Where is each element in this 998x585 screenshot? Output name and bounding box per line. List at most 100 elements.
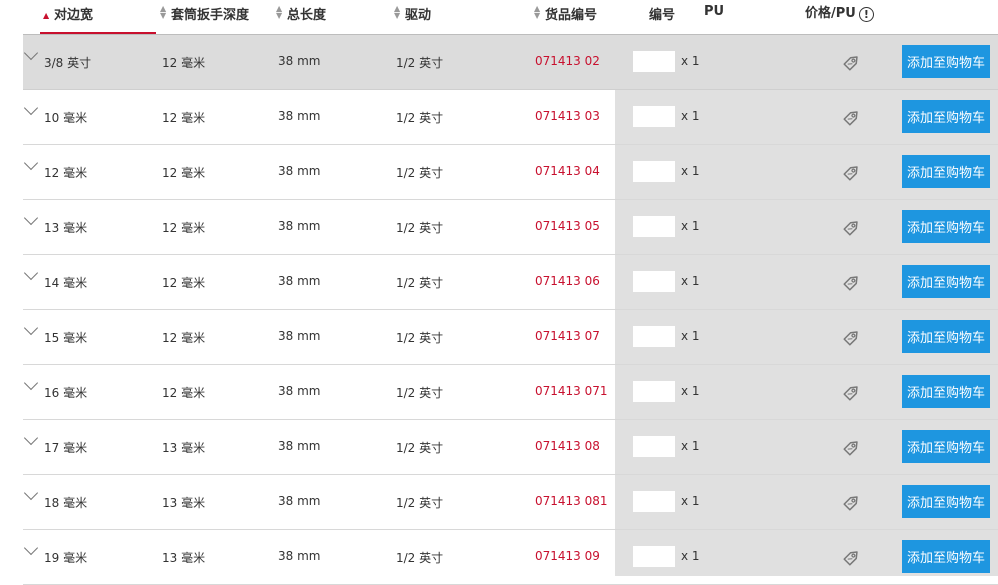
cell-article-link[interactable]: 071413 05	[535, 219, 600, 233]
pu-multiplier: x 1	[681, 164, 700, 178]
pu-multiplier: x 1	[681, 494, 700, 508]
info-circle-icon[interactable]: !	[858, 7, 874, 22]
cell-article-link[interactable]: 071413 07	[535, 329, 600, 343]
cell-article-link[interactable]: 071413 06	[535, 274, 600, 288]
pu-multiplier: x 1	[681, 329, 700, 343]
cell-drive: 1/2 英寸	[396, 386, 444, 400]
chevron-down-icon[interactable]	[23, 375, 41, 395]
cell-length: 38 mm	[278, 384, 321, 398]
price-tag-icon[interactable]	[841, 271, 863, 293]
price-tag-icon[interactable]	[841, 546, 863, 568]
add-to-cart-button[interactable]: 添加至购物车	[902, 485, 990, 518]
add-to-cart-button[interactable]: 添加至购物车	[902, 430, 990, 463]
chevron-down-icon[interactable]	[23, 210, 41, 230]
chevron-down-icon[interactable]	[23, 265, 41, 285]
table-row: 13 毫米 12 毫米 38 mm 1/2 英寸 071413 05 x 1 添加至购物车	[23, 200, 998, 255]
add-to-cart-button[interactable]: 添加至购物车	[902, 45, 990, 78]
cell-length: 38 mm	[278, 219, 321, 233]
add-to-cart-button[interactable]: 添加至购物车	[902, 100, 990, 133]
cell-drive: 1/2 英寸	[396, 331, 444, 345]
quantity-input[interactable]	[633, 216, 675, 237]
col-header-width[interactable]: ▲ 对边宽	[43, 4, 93, 23]
cell-depth: 12 毫米	[162, 386, 206, 400]
cell-article-link[interactable]: 071413 04	[535, 164, 600, 178]
chevron-down-icon[interactable]	[23, 45, 41, 65]
cell-width: 19 毫米	[44, 551, 88, 565]
table-row: 14 毫米 12 毫米 38 mm 1/2 英寸 071413 06 x 1 添加至购物车	[23, 255, 998, 310]
col-header-code: 编号	[649, 8, 676, 23]
quantity-input[interactable]	[633, 51, 675, 72]
quantity-input[interactable]	[633, 436, 675, 457]
cell-article-link[interactable]: 071413 071	[535, 384, 608, 398]
table-row: 3/8 英寸 12 毫米 38 mm 1/2 英寸 071413 02 x 1 添加至购物车	[23, 35, 998, 90]
pu-multiplier: x 1	[681, 549, 700, 563]
cell-depth: 12 毫米	[162, 166, 206, 180]
cell-width: 13 毫米	[44, 221, 88, 235]
quantity-input[interactable]	[633, 271, 675, 292]
cell-depth: 12 毫米	[162, 331, 206, 345]
quantity-input[interactable]	[633, 381, 675, 402]
quantity-input[interactable]	[633, 161, 675, 182]
cell-article-link[interactable]: 071413 081	[535, 494, 608, 508]
cell-length: 38 mm	[278, 164, 321, 178]
add-to-cart-button[interactable]: 添加至购物车	[902, 265, 990, 298]
cell-depth: 13 毫米	[162, 496, 206, 510]
table-header: ▲ 对边宽 ▲ ▼ 套筒扳手深度 ▲ ▼ 总长度 ▲ ▼ 驱动 ▲ ▼ 货品编号 编号 PU 价格…	[0, 0, 998, 34]
col-header-pu: PU	[704, 4, 725, 19]
col-header-article[interactable]: ▲ ▼ 货品编号	[534, 4, 597, 24]
add-to-cart-button[interactable]: 添加至购物车	[902, 540, 990, 573]
cell-depth: 13 毫米	[162, 441, 206, 455]
table-row: 10 毫米 12 毫米 38 mm 1/2 英寸 071413 03 x 1 添加至购物车	[23, 90, 998, 145]
chevron-down-icon[interactable]	[23, 100, 41, 120]
price-tag-icon[interactable]	[841, 326, 863, 348]
price-tag-icon[interactable]	[841, 436, 863, 458]
quantity-input[interactable]	[633, 106, 675, 127]
sort-arrows-icon: ▲ ▼	[160, 4, 167, 20]
cell-drive: 1/2 英寸	[396, 221, 444, 235]
price-tag-icon[interactable]	[841, 106, 863, 128]
cell-drive: 1/2 英寸	[396, 496, 444, 510]
cell-length: 38 mm	[278, 54, 321, 68]
price-tag-icon[interactable]	[841, 381, 863, 403]
chevron-down-icon[interactable]	[23, 540, 41, 560]
cell-width: 3/8 英寸	[44, 56, 92, 70]
cell-depth: 12 毫米	[162, 276, 206, 290]
quantity-input[interactable]	[633, 326, 675, 347]
pu-multiplier: x 1	[681, 219, 700, 233]
price-tag-icon[interactable]	[841, 216, 863, 238]
cell-depth: 12 毫米	[162, 56, 206, 70]
chevron-down-icon[interactable]	[23, 320, 41, 340]
cell-drive: 1/2 英寸	[396, 551, 444, 565]
price-tag-icon[interactable]	[841, 491, 863, 513]
cell-length: 38 mm	[278, 329, 321, 343]
add-to-cart-button[interactable]: 添加至购物车	[902, 155, 990, 188]
add-to-cart-button[interactable]: 添加至购物车	[902, 320, 990, 353]
cell-article-link[interactable]: 071413 02	[535, 54, 600, 68]
chevron-down-icon[interactable]	[23, 155, 41, 175]
cell-width: 17 毫米	[44, 441, 88, 455]
cell-length: 38 mm	[278, 549, 321, 563]
add-to-cart-button[interactable]: 添加至购物车	[902, 210, 990, 243]
cell-width: 12 毫米	[44, 166, 88, 180]
chevron-down-icon[interactable]	[23, 430, 41, 450]
product-variant-table: ▲ 对边宽 ▲ ▼ 套筒扳手深度 ▲ ▼ 总长度 ▲ ▼ 驱动 ▲ ▼ 货品编号 编号 PU 价格…	[0, 0, 998, 585]
cell-depth: 12 毫米	[162, 221, 206, 235]
price-tag-icon[interactable]	[841, 51, 863, 73]
cell-depth: 13 毫米	[162, 551, 206, 565]
price-tag-icon[interactable]	[841, 161, 863, 183]
cell-width: 16 毫米	[44, 386, 88, 400]
table-row: 16 毫米 12 毫米 38 mm 1/2 英寸 071413 071 x 1 添加至购物车	[23, 365, 998, 420]
chevron-down-icon[interactable]	[23, 485, 41, 505]
cell-drive: 1/2 英寸	[396, 166, 444, 180]
cell-article-link[interactable]: 071413 03	[535, 109, 600, 123]
cell-length: 38 mm	[278, 274, 321, 288]
cell-article-link[interactable]: 071413 09	[535, 549, 600, 563]
add-to-cart-button[interactable]: 添加至购物车	[902, 375, 990, 408]
quantity-input[interactable]	[633, 491, 675, 512]
cell-article-link[interactable]: 071413 08	[535, 439, 600, 453]
col-header-length[interactable]: ▲ ▼ 总长度	[276, 4, 326, 24]
col-header-drive[interactable]: ▲ ▼ 驱动	[394, 4, 431, 24]
col-header-price: 价格/PU!	[805, 2, 874, 22]
quantity-input[interactable]	[633, 546, 675, 567]
col-header-depth[interactable]: ▲ ▼ 套筒扳手深度	[160, 4, 249, 24]
